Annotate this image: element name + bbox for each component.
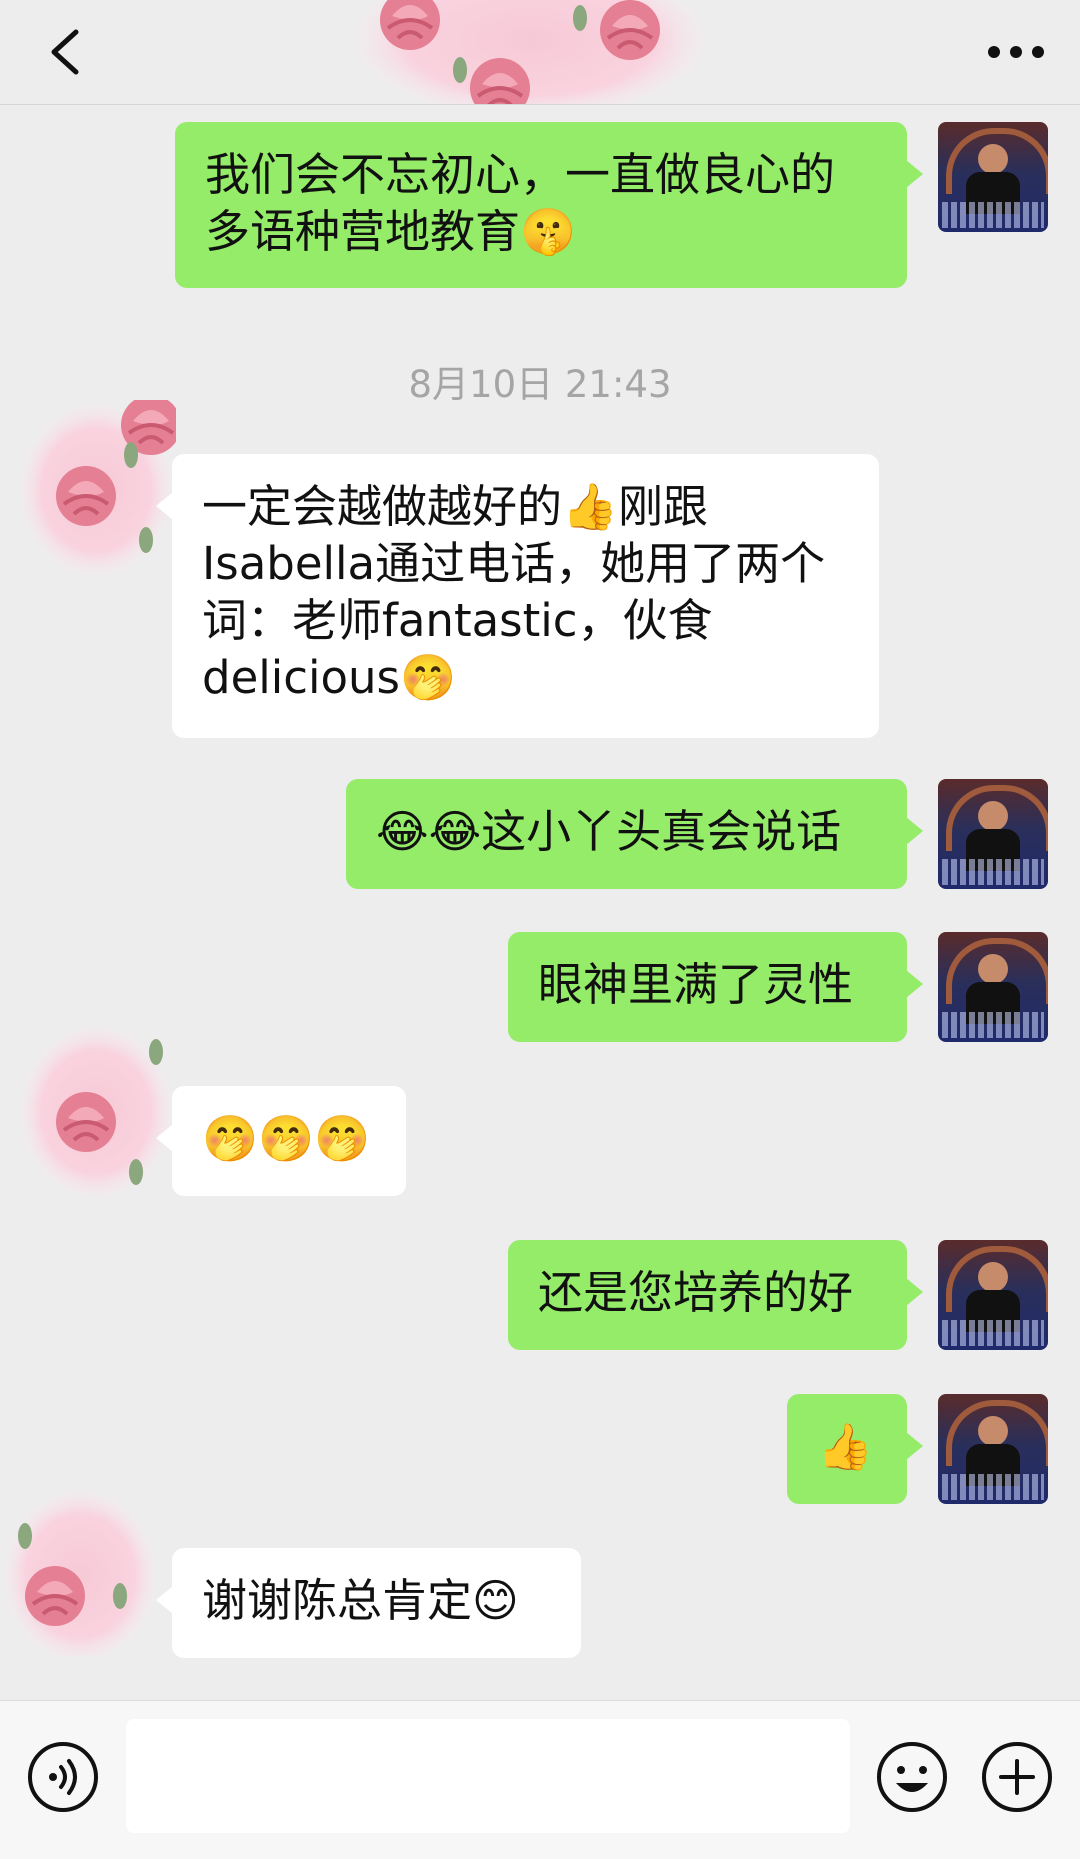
message-bubble[interactable]: 一定会越做越好的👍刚跟Isabella通过电话，她用了两个词：老师fantast… bbox=[156, 454, 879, 738]
back-button[interactable] bbox=[36, 20, 100, 84]
rose-decoration bbox=[350, 0, 710, 104]
message-bubble[interactable]: 👍 bbox=[787, 1394, 923, 1504]
emoji-button[interactable] bbox=[876, 1741, 948, 1813]
contact-avatar[interactable] bbox=[0, 1476, 160, 1656]
voice-button[interactable] bbox=[27, 1741, 99, 1813]
contact-avatar[interactable] bbox=[16, 400, 176, 580]
my-avatar[interactable] bbox=[938, 1394, 1048, 1504]
more-actions-button[interactable] bbox=[981, 1741, 1053, 1813]
message-bubble[interactable]: 我们会不忘初心，一直做良心的多语种营地教育🤫 bbox=[175, 122, 923, 288]
ellipsis-icon bbox=[988, 46, 1044, 58]
chat-area[interactable]: 我们会不忘初心，一直做良心的多语种营地教育🤫 8月10日 21:43 一定会越做… bbox=[0, 104, 1080, 1700]
my-avatar[interactable] bbox=[938, 122, 1048, 232]
emoji-icon bbox=[877, 1742, 947, 1812]
input-bar bbox=[0, 1700, 1080, 1859]
message-bubble[interactable]: 谢谢陈总肯定😊 bbox=[156, 1548, 581, 1658]
plus-icon bbox=[982, 1742, 1052, 1812]
contact-avatar[interactable] bbox=[16, 1022, 176, 1202]
message-input[interactable] bbox=[126, 1719, 850, 1833]
my-avatar[interactable] bbox=[938, 779, 1048, 889]
message-bubble[interactable]: 还是您培养的好 bbox=[508, 1240, 923, 1350]
my-avatar[interactable] bbox=[938, 1240, 1048, 1350]
message-bubble[interactable]: 😂😂这小丫头真会说话 bbox=[346, 779, 923, 889]
voice-icon bbox=[28, 1742, 98, 1812]
my-avatar[interactable] bbox=[938, 932, 1048, 1042]
message-bubble[interactable]: 🤭🤭🤭 bbox=[156, 1086, 406, 1196]
more-options-button[interactable] bbox=[980, 26, 1052, 78]
message-bubble[interactable]: 眼神里满了灵性 bbox=[508, 932, 923, 1042]
chevron-left-icon bbox=[51, 29, 79, 75]
top-bar bbox=[0, 0, 1080, 105]
